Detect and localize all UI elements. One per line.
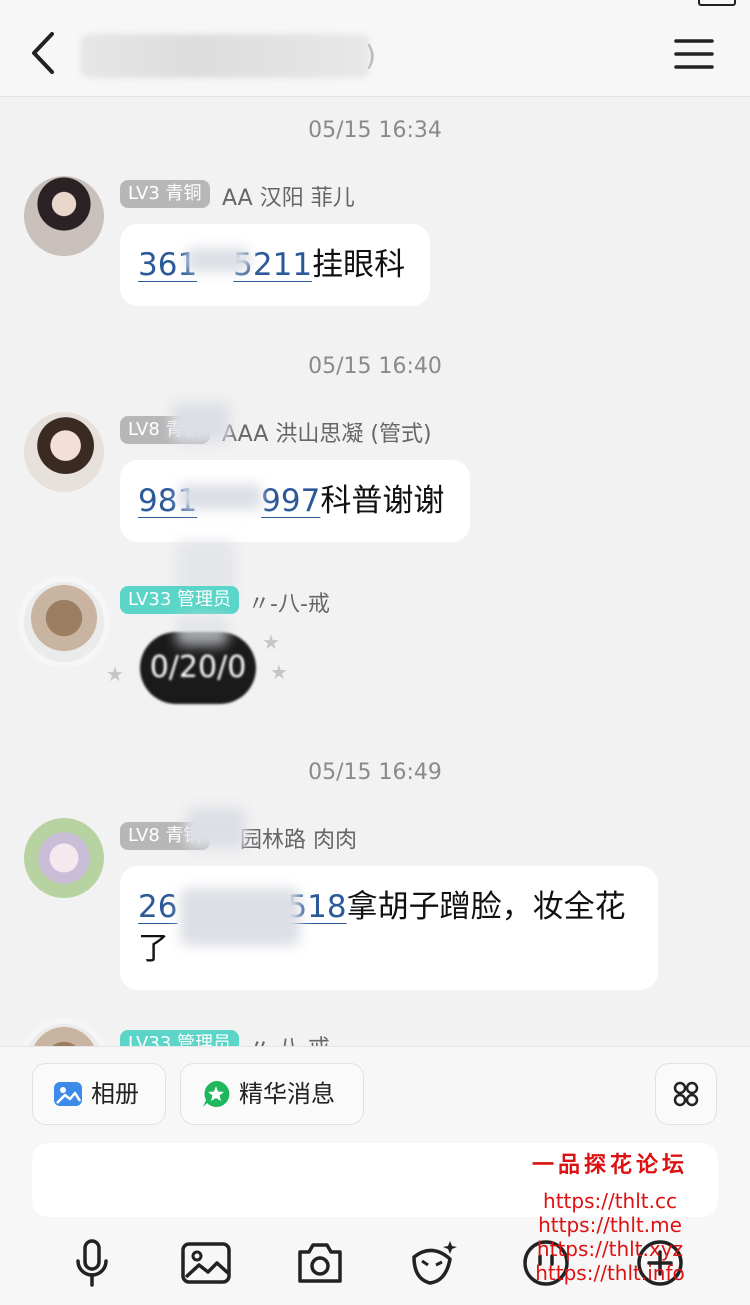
essence-label: 精华消息 — [239, 1080, 335, 1108]
sender-name[interactable]: 〃-八-戒 — [248, 586, 330, 618]
watermark-title: 一品探花论坛 — [531, 1152, 688, 1178]
title-suffix: ) — [365, 39, 376, 72]
redaction-mask — [180, 888, 300, 946]
status-bar — [0, 0, 750, 12]
watermark-url: https://thlt.cc — [543, 1189, 677, 1213]
level-badge: LV33 管理员 — [120, 586, 239, 614]
message-text: 挂眼科 — [312, 247, 406, 283]
sender-name[interactable]: AA 汉阳 菲儿 — [222, 180, 355, 212]
sender-name[interactable]: 园林路 肉肉 — [240, 822, 357, 854]
avatar[interactable] — [24, 412, 104, 492]
star-icon: ★ — [262, 630, 280, 654]
watermark: 一品探花论坛 https://thlt.cc https://thlt.me h… — [500, 1147, 720, 1285]
apps-button[interactable] — [655, 1063, 717, 1125]
avatar[interactable] — [24, 818, 104, 898]
redaction-mask — [172, 402, 230, 442]
message-bubble[interactable]: 361 5211挂眼科 — [120, 224, 430, 306]
redaction-mask — [176, 616, 228, 646]
redaction-mask — [186, 248, 250, 272]
avatar[interactable] — [24, 582, 104, 662]
sticker-icon[interactable] — [406, 1237, 458, 1289]
essence-messages-button[interactable]: 精华消息 — [180, 1063, 364, 1125]
camera-icon[interactable] — [294, 1237, 346, 1289]
nav-bar: ) — [0, 12, 750, 97]
watermark-url: https://thlt.xyz — [536, 1237, 684, 1261]
message-bubble[interactable]: 981 997科普谢谢 — [120, 460, 470, 542]
star-icon: ★ — [270, 660, 288, 684]
input-panel: 相册 精华消息 一品探花论坛 https://thlt.cc https://t… — [0, 1046, 750, 1305]
redacted-title — [80, 34, 370, 78]
microphone-icon[interactable] — [66, 1237, 118, 1289]
album-button[interactable]: 相册 — [32, 1063, 166, 1125]
album-icon — [54, 1082, 82, 1106]
timestamp: 05/15 16:49 — [308, 760, 442, 785]
back-arrow-icon[interactable] — [26, 28, 66, 78]
avatar[interactable] — [24, 176, 104, 256]
timestamp: 05/15 16:40 — [308, 354, 442, 379]
album-label: 相册 — [91, 1080, 139, 1108]
message-text: 科普谢谢 — [320, 483, 445, 519]
watermark-url: https://thlt.me — [538, 1213, 682, 1237]
apps-grid-icon — [673, 1081, 699, 1107]
redaction-mask — [186, 808, 246, 848]
essence-icon — [203, 1080, 230, 1107]
menu-icon[interactable] — [674, 38, 714, 70]
level-badge: LV3 青铜 — [120, 180, 210, 208]
timestamp: 05/15 16:34 — [308, 118, 442, 143]
star-icon: ★ — [106, 662, 124, 686]
sender-name[interactable]: AAA 洪山思凝 (管式) — [222, 416, 432, 448]
group-title: ) — [80, 34, 380, 78]
battery-icon — [698, 0, 736, 6]
image-icon[interactable] — [180, 1237, 232, 1289]
redaction-mask — [178, 484, 262, 510]
watermark-url: https://thlt.info — [535, 1261, 685, 1285]
message-text: 拿胡子蹭脸，妆全花 — [346, 889, 626, 925]
